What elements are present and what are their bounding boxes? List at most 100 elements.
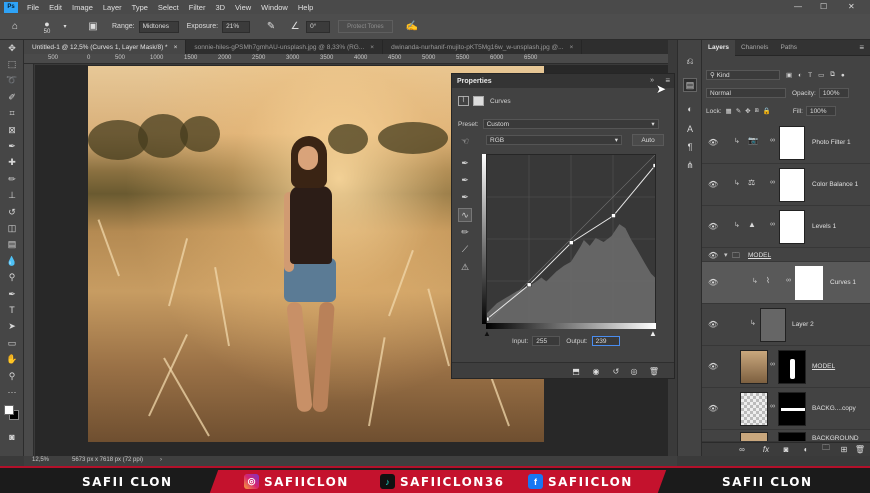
adjustment-layer-icon[interactable]: ◐ [800,444,812,454]
layer-row[interactable]: 👁 ∞ BACKG....copy [702,388,870,430]
tab-sonnie-hiles[interactable]: sonnie-hiles-gPSMh7gmhAU-unsplash.jpg @ … [186,40,384,54]
quick-mask-icon[interactable]: ◙ [0,429,24,445]
white-point-slider[interactable]: ▲ [649,329,657,338]
quick-select-tool-icon[interactable]: ✐ [0,89,24,105]
home-icon[interactable]: ⌂ [8,20,22,34]
new-layer-icon[interactable]: ⊞ [838,444,850,454]
more-tools-icon[interactable]: ··· [0,384,24,400]
curve-control-point[interactable] [486,316,490,322]
chevron-right-icon[interactable]: › [160,457,162,463]
collapse-panel-icon[interactable]: » [650,77,654,84]
input-field[interactable]: 255 [532,336,561,346]
paragraph-panel-icon[interactable]: ¶ [683,140,697,154]
filter-adjustment-icon[interactable]: ◐ [798,72,802,79]
visibility-eye-icon[interactable]: 👁 [708,278,718,287]
delete-adjustment-icon[interactable]: 🗑 [648,366,660,376]
tab-layers[interactable]: Layers [702,39,735,56]
visibility-eye-icon[interactable]: 👁 [708,404,718,413]
visibility-eye-icon[interactable]: 👁 [708,222,718,231]
lasso-tool-icon[interactable]: ➰ [0,73,24,89]
filter-kind-select[interactable]: ⚲ Kind [706,70,780,80]
pressure-size-icon[interactable]: ✍ [405,20,419,34]
crop-tool-icon[interactable]: ⌗ [0,106,24,122]
tab-untitled-1[interactable]: Untitled-1 @ 12,5% (Curves 1, Layer Mask… [24,40,187,54]
layer-mask-thumbnail[interactable] [778,350,806,384]
close-tab-icon[interactable]: × [570,44,574,51]
targeted-adjustment-icon[interactable]: ☜ [458,134,472,148]
layer-thumbnail[interactable] [760,308,786,342]
filter-shape-icon[interactable]: ▭ [818,71,824,79]
zoom-level[interactable]: 12,5% [32,457,49,463]
layer-group-row[interactable]: 👁 ▾ 🗀 MODEL [702,248,870,262]
gradient-tool-icon[interactable]: ▤ [0,237,24,253]
layer-mask-thumbnail[interactable] [795,266,823,300]
eyedropper-tool-icon[interactable]: ✒ [0,138,24,154]
angle-input[interactable]: 0° [306,20,331,33]
layer-row[interactable]: 👁 ↳ ▲ ∞ Levels 1 [702,206,870,248]
range-select[interactable]: Midtones [138,20,179,33]
lock-position-icon[interactable]: ✥ [745,107,750,115]
link-layers-icon[interactable]: ∞ [736,444,748,454]
brush-panel-icon[interactable]: ▣ [86,20,100,34]
character-panel-icon[interactable]: A [683,122,697,136]
visibility-eye-icon[interactable]: 👁 [708,320,718,329]
layer-mask-thumbnail[interactable] [779,126,805,160]
layer-thumbnail[interactable] [740,392,768,426]
menu-edit[interactable]: Edit [44,3,67,12]
properties-header[interactable]: Properties [452,74,674,88]
tab-dwinanda[interactable]: dwinanda-nurhanif-mujito-pKT5Mg16w_w-uns… [383,40,583,54]
close-window-button[interactable]: ✕ [848,2,855,11]
brush-tool-icon[interactable]: ✏ [0,171,24,187]
layer-row-selected[interactable]: 👁 ↳ ⌇ ∞ Curves 1 [702,262,870,304]
type-tool-icon[interactable]: T [0,302,24,318]
visibility-eye-icon[interactable]: ◎ [628,366,640,376]
dodge-tool-icon[interactable]: ⚲ [0,269,24,285]
layer-mask-icon[interactable] [473,96,484,106]
clip-to-layer-icon[interactable]: ⬒ [570,366,582,376]
edit-points-curve-icon[interactable]: ∿ [458,208,472,222]
frame-tool-icon[interactable]: ⊠ [0,122,24,138]
history-brush-tool-icon[interactable]: ↺ [0,204,24,220]
protect-tones-checkbox[interactable]: Protect Tones [338,20,393,33]
layer-mask-thumbnail[interactable] [778,392,806,426]
preset-select[interactable]: Custom ▾ [482,119,659,129]
add-mask-icon[interactable]: ◙ [780,444,792,454]
filter-smart-object-icon[interactable]: ⧉ [830,71,835,79]
lock-transparent-icon[interactable]: ▦ [726,107,732,115]
layer-row[interactable]: 👁 ↳ ⚖ ∞ Color Balance 1 [702,164,870,206]
menu-image[interactable]: Image [67,3,98,12]
curves-graph[interactable] [486,154,656,324]
visibility-eye-icon[interactable]: 👁 [708,138,718,147]
eraser-tool-icon[interactable]: ◫ [0,220,24,236]
blend-mode-select[interactable]: Normal [706,88,786,98]
lock-artboard-icon[interactable]: ⧈ [755,107,759,115]
layer-mask-thumbnail[interactable] [778,432,806,441]
tab-paths[interactable]: Paths [774,40,803,56]
pen-tool-icon[interactable]: ✒ [0,286,24,302]
clone-stamp-tool-icon[interactable]: ⊥ [0,188,24,204]
visibility-eye-icon[interactable]: 👁 [708,362,718,371]
visibility-eye-icon[interactable]: 👁 [708,251,718,260]
new-group-icon[interactable]: 🗀 [820,443,832,454]
lock-pixels-icon[interactable]: ✎ [736,107,741,115]
curve-control-point[interactable] [652,163,656,168]
foreground-color-swatch[interactable] [4,404,14,415]
delete-layer-icon[interactable]: 🗑 [854,444,866,454]
panel-menu-icon[interactable]: ≡ [859,43,864,52]
gray-point-eyedropper-icon[interactable]: ✒ [458,173,472,187]
layer-row[interactable]: BACKGROUND [702,430,870,442]
minimize-button[interactable]: — [794,2,802,11]
history-panel-icon[interactable]: ⎌ [683,54,697,68]
fill-input[interactable]: 100% [805,106,836,116]
curve-control-point[interactable] [611,213,616,218]
view-previous-state-icon[interactable]: ◉ [590,366,602,376]
rectangle-tool-icon[interactable]: ▭ [0,335,24,351]
chevron-down-icon[interactable]: ▾ [58,20,72,34]
layer-thumbnail[interactable] [740,432,768,441]
exposure-input[interactable]: 21% [222,20,251,33]
black-point-eyedropper-icon[interactable]: ✒ [458,156,472,170]
black-point-slider[interactable]: ▲ [483,329,491,338]
reset-adjustment-icon[interactable]: ↺ [610,366,622,376]
layer-row[interactable]: 👁 ↳ 📷 ∞ Photo Filter 1 [702,122,870,164]
menu-3d[interactable]: 3D [210,3,230,12]
